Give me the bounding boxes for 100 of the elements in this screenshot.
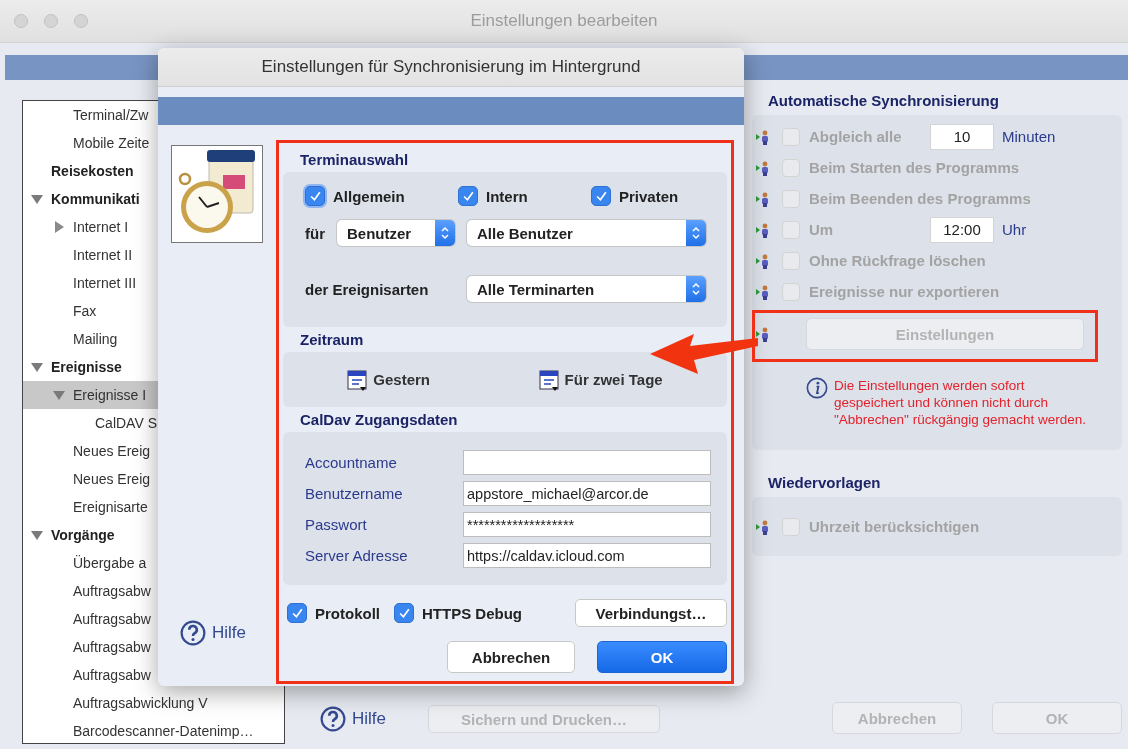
checkmark-icon [290,606,304,620]
tree-item-label: Vorgänge [51,527,115,543]
tree-item-label: Ereignisse [51,359,122,375]
checkmark-icon [308,189,322,203]
checkbox-label: HTTPS Debug [422,604,522,622]
user-arrow-icon [756,221,770,238]
tree-item-label: Internet II [73,247,133,263]
tree-item-label: Übergabe a [73,555,147,571]
tree-item-label: CalDAV S [95,415,157,431]
user-arrow-icon [756,326,770,342]
tree-item-label: Barcodescanner-Datenimp… [73,723,254,739]
checkbox[interactable] [394,603,414,623]
disclosure-triangle-icon[interactable] [31,193,43,205]
dialog-title: Einstellungen für Synchronisierung im Hintergrund [158,48,744,87]
field-label: Benutzername [305,485,403,502]
user-arrow-icon [756,128,770,145]
section-heading: Terminauswahl [299,150,410,170]
tree-item-label: Neues Ereig [73,443,151,459]
tree-item-label: Auftragsabw [73,583,151,599]
field-label: der Ereignisarten [305,280,430,298]
checkbox-label: Intern [486,187,528,205]
disclosure-triangle-icon[interactable] [53,389,65,401]
ok-button[interactable]: OK [597,641,727,673]
unit-label: Uhr [1002,221,1027,238]
connection-test-button[interactable]: Verbindungst… [575,599,727,627]
disclosure-triangle-icon[interactable] [31,529,43,541]
checkbox[interactable] [591,186,611,206]
text-field[interactable]: ******************* [463,512,711,537]
section-heading: Wiedervorlagen [767,474,882,493]
disclosure-triangle-icon[interactable] [53,221,65,233]
tree-item-label: Auftragsabw [73,639,151,655]
field-label: Accountname [305,454,397,471]
text-field[interactable]: appstore_michael@arcor.de [463,481,711,506]
tree-row[interactable]: Internet I [23,213,284,241]
tree-row[interactable]: Kommunikati [23,185,284,213]
option-label: Ohne Rückfrage löschen [809,252,986,269]
checkmark-icon [594,189,608,203]
tree-row[interactable]: Vorgänge [23,521,284,549]
tree-item-label: Mobile Zeite [73,135,150,151]
field-label: für [305,224,326,242]
tree-item-label: Internet I [73,219,129,235]
up-down-chevron-icon [691,281,701,297]
up-down-chevron-icon [691,225,701,241]
tree-item-label: Auftragsabw [73,667,151,683]
help-link[interactable]: Hilfe [352,709,386,729]
option-label: Beim Beenden des Programms [809,190,1031,207]
info-icon [806,377,828,399]
users-select[interactable]: Alle Benutzer [467,220,706,246]
user-arrow-icon [756,252,770,269]
disclosure-triangle-icon[interactable] [31,361,43,373]
tree-item-label: Neues Ereig [73,471,151,487]
help-icon[interactable] [180,620,206,646]
user-arrow-icon [756,283,770,300]
field-label: Server Adresse [305,547,408,564]
user-arrow-icon [756,190,770,207]
checkbox[interactable] [458,186,478,206]
user-arrow-icon [756,159,770,176]
date-range-option[interactable]: Gestern [373,371,430,388]
help-icon[interactable] [320,706,346,732]
tree-item-label: Kommunikati [51,191,140,207]
section-heading: CalDav Zugangsdaten [299,410,459,430]
unit-label: Minuten [1002,128,1056,145]
checkbox-label: Privaten [619,187,679,205]
option-label: Beim Starten des Programms [809,159,1020,176]
tree-item-label: Fax [73,303,97,319]
section-heading: Zeitraum [299,330,365,350]
tree-item-label: Mailing [73,331,118,347]
cancel-button[interactable]: Abbrechen [447,641,575,673]
warning-text: Die Einstellungen werden sofort gespeichert und können nicht durch "Abbrechen" rückgängig gemacht werden. [834,377,1087,428]
tree-item-label: Auftragsabwicklung V [73,695,208,711]
tree-row[interactable]: Auftragsabwicklung V [23,689,284,717]
checkbox-label: Protokoll [315,604,380,622]
calendar-icon[interactable] [347,368,368,391]
tree-item-label: Internet III [73,275,137,291]
field-label: Passwort [305,516,367,533]
text-field[interactable] [463,450,711,475]
option-label: Uhrzeit berücksichtigen [809,518,980,535]
checkmark-icon [397,606,411,620]
tree-item-label: Terminal/Zw [73,107,149,123]
event-types-select[interactable]: Alle Terminarten [467,276,706,302]
checkmark-icon [461,189,475,203]
tree-item-label: Ereignisarte [73,499,148,515]
user-arrow-icon [756,518,770,535]
tree-item-label: Reisekosten [51,163,134,179]
option-label: Ereignisse nur exportieren [809,283,1000,300]
tree-row[interactable]: Barcodescanner-Datenimp… [23,717,284,743]
window-title: Einstellungen bearbeiten [469,11,659,31]
calendar-clock-icon [171,145,263,243]
date-range-option[interactable]: Für zwei Tage [564,371,663,388]
option-label: Um [809,221,835,238]
calendar-icon[interactable] [538,368,559,391]
checkbox[interactable] [287,603,307,623]
up-down-chevron-icon [440,225,450,241]
text-field[interactable]: https://caldav.icloud.com [463,543,711,568]
tree-item-label: Ereignisse I [73,387,147,403]
user-type-select[interactable]: Benutzer [337,220,455,246]
section-heading: Automatische Synchronisierung [767,92,1000,111]
help-link[interactable]: Hilfe [212,623,246,643]
option-label: Abgleich alle [809,128,903,145]
tree-row[interactable]: Ereignisse [23,353,284,381]
